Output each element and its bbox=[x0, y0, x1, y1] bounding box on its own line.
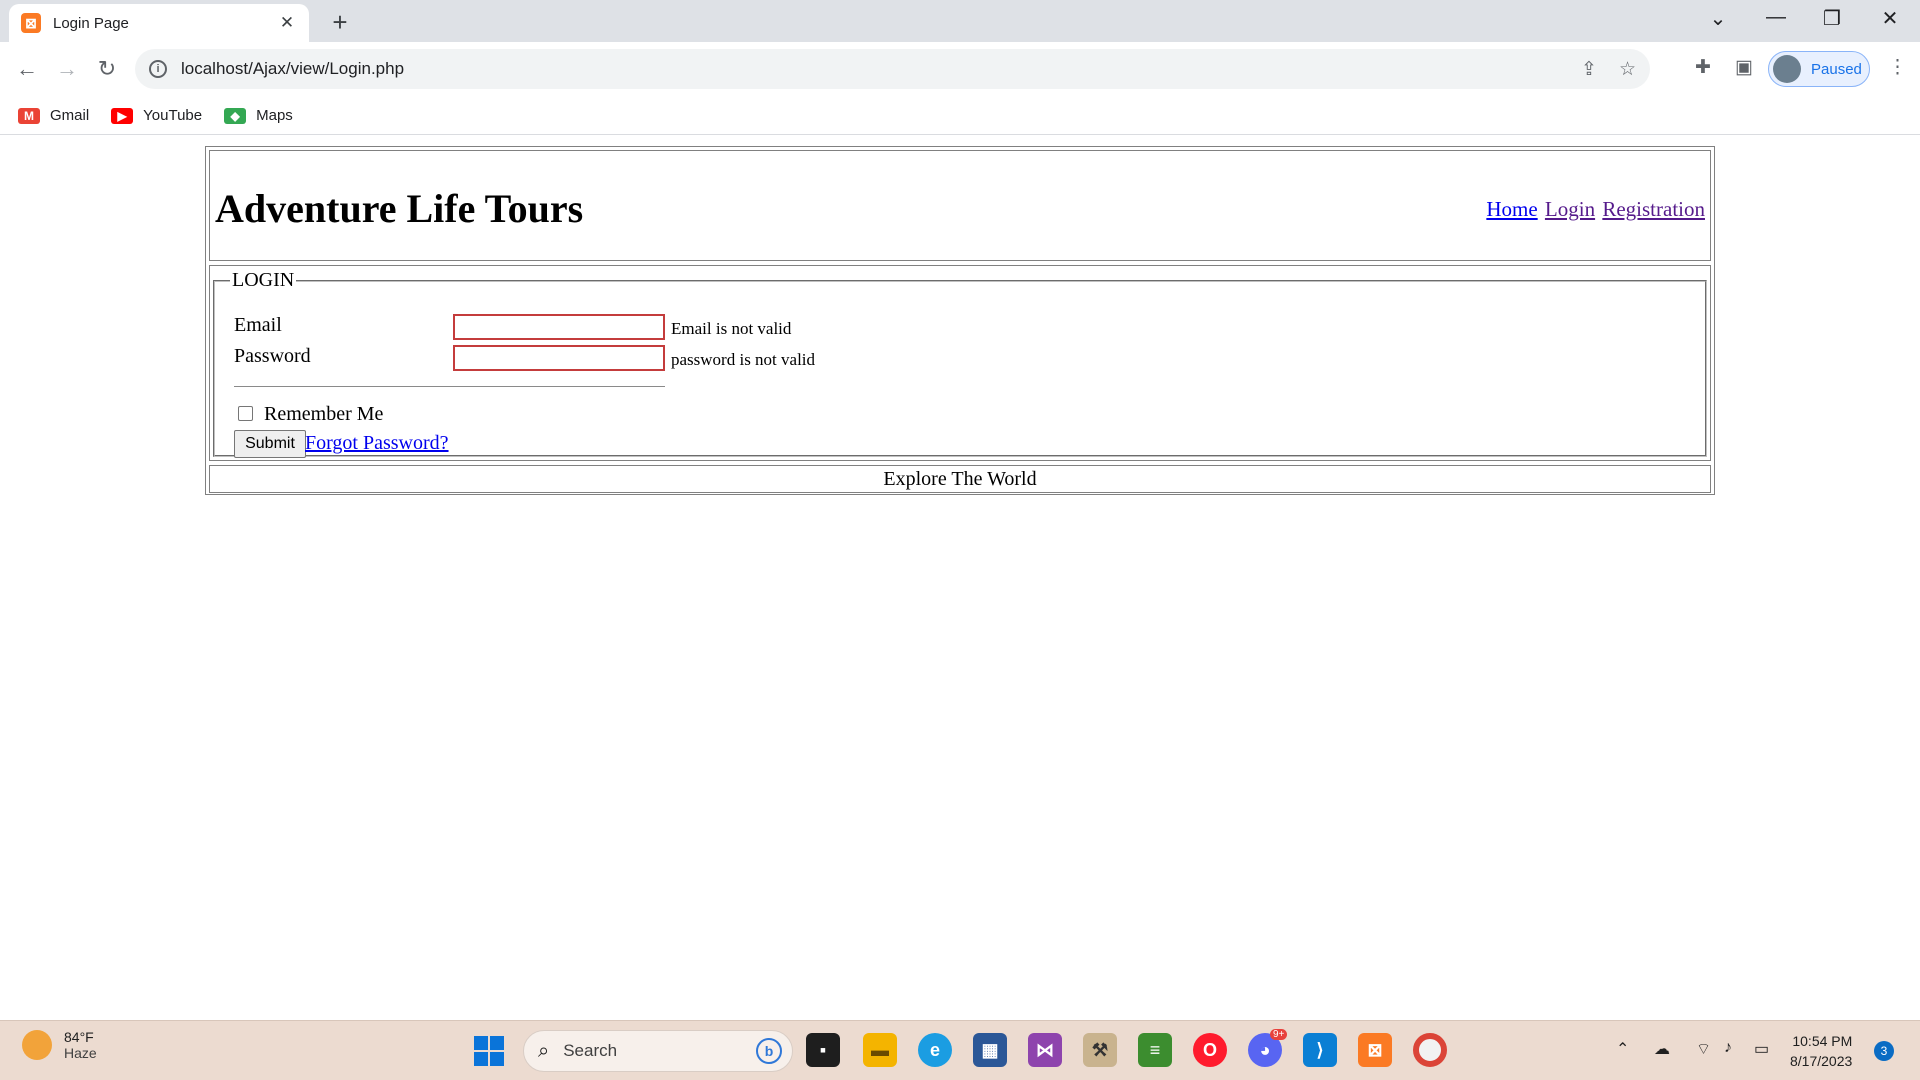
discord-badge: 9+ bbox=[1270, 1029, 1288, 1040]
taskbar: 84°F Haze ⌕ Search b ▪ ▬ e ▦ ⋈ ⚒ ≡ O ◕ 9… bbox=[0, 1020, 1920, 1080]
password-label: Password bbox=[234, 345, 311, 367]
battery-icon[interactable]: ▭ bbox=[1754, 1039, 1769, 1059]
close-window-button[interactable]: ✕ bbox=[1870, 6, 1910, 31]
avatar bbox=[1773, 55, 1801, 83]
youtube-icon: ▶ bbox=[111, 107, 134, 124]
search-icon: ⌕ bbox=[538, 1039, 550, 1062]
microsoft-store-icon[interactable]: ▦ bbox=[973, 1033, 1007, 1067]
volume-icon[interactable]: ♪ bbox=[1724, 1039, 1732, 1057]
minimize-button[interactable]: — bbox=[1756, 6, 1796, 29]
password-error: password is not valid bbox=[671, 350, 816, 369]
file-explorer-icon[interactable]: ▬ bbox=[863, 1033, 897, 1067]
share-icon[interactable]: ⇪ bbox=[1581, 58, 1597, 81]
bookmarks-bar: M Gmail ▶ YouTube ◆ Maps bbox=[0, 97, 1920, 135]
restore-button[interactable]: ❐ bbox=[1812, 6, 1852, 31]
email-field[interactable] bbox=[453, 314, 665, 340]
profile-button[interactable]: Paused bbox=[1768, 51, 1870, 87]
forgot-password-link[interactable]: Forgot Password? bbox=[305, 432, 449, 455]
tab-strip: ⊠ Login Page ✕ + ⌄ — ❐ ✕ bbox=[0, 0, 1920, 42]
bookmark-star-icon[interactable]: ☆ bbox=[1619, 58, 1636, 81]
url-text[interactable]: localhost/Ajax/view/Login.php bbox=[181, 59, 1559, 79]
task-view-icon[interactable]: ▪ bbox=[806, 1033, 840, 1067]
onedrive-icon[interactable]: ☁ bbox=[1654, 1039, 1670, 1059]
site-info-icon[interactable]: i bbox=[149, 60, 167, 78]
bookmark-gmail[interactable]: M Gmail bbox=[18, 107, 89, 124]
windows-start-icon[interactable] bbox=[474, 1036, 504, 1066]
email-error: Email is not valid bbox=[671, 319, 792, 338]
form-cell: LOGIN Email Email is not valid Password … bbox=[209, 265, 1711, 461]
page-content: Adventure Life Tours Home Login Registra… bbox=[0, 136, 1920, 1020]
login-fieldset: LOGIN Email Email is not valid Password … bbox=[213, 269, 1707, 458]
back-arrow-icon[interactable]: ← bbox=[10, 52, 44, 86]
site-title: Adventure Life Tours bbox=[215, 186, 584, 231]
header-cell: Adventure Life Tours Home Login Registra… bbox=[209, 150, 1711, 261]
tab-title: Login Page bbox=[53, 14, 129, 32]
menu-kebab-icon[interactable]: ⋮ bbox=[1888, 56, 1907, 79]
haze-sun-icon bbox=[22, 1030, 52, 1060]
footer-cell: Explore The World bbox=[209, 465, 1711, 493]
wifi-icon[interactable]: ⌔ bbox=[1696, 1039, 1711, 1059]
gmail-icon: M bbox=[18, 107, 40, 124]
close-tab-icon[interactable]: ✕ bbox=[277, 13, 297, 33]
chrome-icon[interactable] bbox=[1413, 1033, 1447, 1067]
layout-table: Adventure Life Tours Home Login Registra… bbox=[205, 146, 1715, 495]
bing-icon[interactable]: b bbox=[756, 1038, 782, 1064]
date-text: 8/17/2023 bbox=[1790, 1053, 1853, 1069]
search-label: Search bbox=[563, 1041, 618, 1060]
extensions-icon[interactable]: ✚ bbox=[1695, 56, 1711, 79]
tab-login-page[interactable]: ⊠ Login Page ✕ bbox=[9, 4, 309, 42]
address-bar[interactable]: i localhost/Ajax/view/Login.php ⇪ ☆ bbox=[135, 49, 1650, 89]
notification-badge[interactable]: 3 bbox=[1874, 1041, 1894, 1061]
bookmark-label: Maps bbox=[256, 107, 293, 124]
tools-icon[interactable]: ⚒ bbox=[1083, 1033, 1117, 1067]
nav-link-home[interactable]: Home bbox=[1486, 197, 1537, 221]
time-text: 10:54 PM bbox=[1792, 1033, 1853, 1049]
xampp-icon: ⊠ bbox=[21, 13, 41, 33]
forward-arrow-icon[interactable]: → bbox=[50, 52, 84, 86]
password-field[interactable] bbox=[453, 345, 665, 371]
nav-link-registration[interactable]: Registration bbox=[1602, 197, 1705, 221]
bookmark-label: YouTube bbox=[143, 107, 203, 124]
email-label: Email bbox=[234, 314, 282, 336]
maps-icon: ◆ bbox=[224, 107, 247, 124]
nav-link-login[interactable]: Login bbox=[1545, 197, 1595, 221]
bookmark-youtube[interactable]: ▶ YouTube bbox=[111, 107, 202, 124]
remember-me-checkbox[interactable] bbox=[238, 406, 253, 421]
clock[interactable]: 10:54 PM 8/17/2023 bbox=[1790, 1031, 1852, 1071]
taskbar-search[interactable]: ⌕ Search b bbox=[523, 1030, 793, 1072]
profile-status: Paused bbox=[1811, 60, 1862, 78]
reload-icon[interactable]: ↻ bbox=[90, 52, 124, 86]
vscode-icon[interactable]: ⟩ bbox=[1303, 1033, 1337, 1067]
login-legend: LOGIN bbox=[232, 269, 295, 291]
xampp-icon[interactable]: ⊠ bbox=[1358, 1033, 1392, 1067]
new-tab-button[interactable]: + bbox=[325, 7, 355, 38]
remember-me-label[interactable]: Remember Me bbox=[264, 403, 383, 426]
edge-icon[interactable]: e bbox=[918, 1033, 952, 1067]
bookmark-label: Gmail bbox=[50, 107, 90, 124]
tab-search-icon[interactable]: ⌄ bbox=[1698, 6, 1738, 31]
bookmark-maps[interactable]: ◆ Maps bbox=[224, 107, 293, 124]
form-divider bbox=[234, 386, 665, 387]
site-nav: Home Login Registration bbox=[1484, 197, 1705, 222]
submit-button[interactable]: Submit bbox=[234, 430, 306, 458]
side-panel-icon[interactable]: ▣ bbox=[1735, 56, 1753, 79]
show-hidden-icons-icon[interactable]: ⌃ bbox=[1616, 1039, 1629, 1059]
opera-icon[interactable]: O bbox=[1193, 1033, 1227, 1067]
weather-temp: 84°F bbox=[64, 1029, 94, 1045]
weather-desc: Haze bbox=[64, 1045, 97, 1061]
browser-toolbar: ← → ↻ i localhost/Ajax/view/Login.php ⇪ … bbox=[0, 42, 1920, 97]
visual-studio-icon[interactable]: ⋈ bbox=[1028, 1033, 1062, 1067]
spreadsheet-icon[interactable]: ≡ bbox=[1138, 1033, 1172, 1067]
weather-widget[interactable]: 84°F Haze bbox=[22, 1029, 97, 1061]
